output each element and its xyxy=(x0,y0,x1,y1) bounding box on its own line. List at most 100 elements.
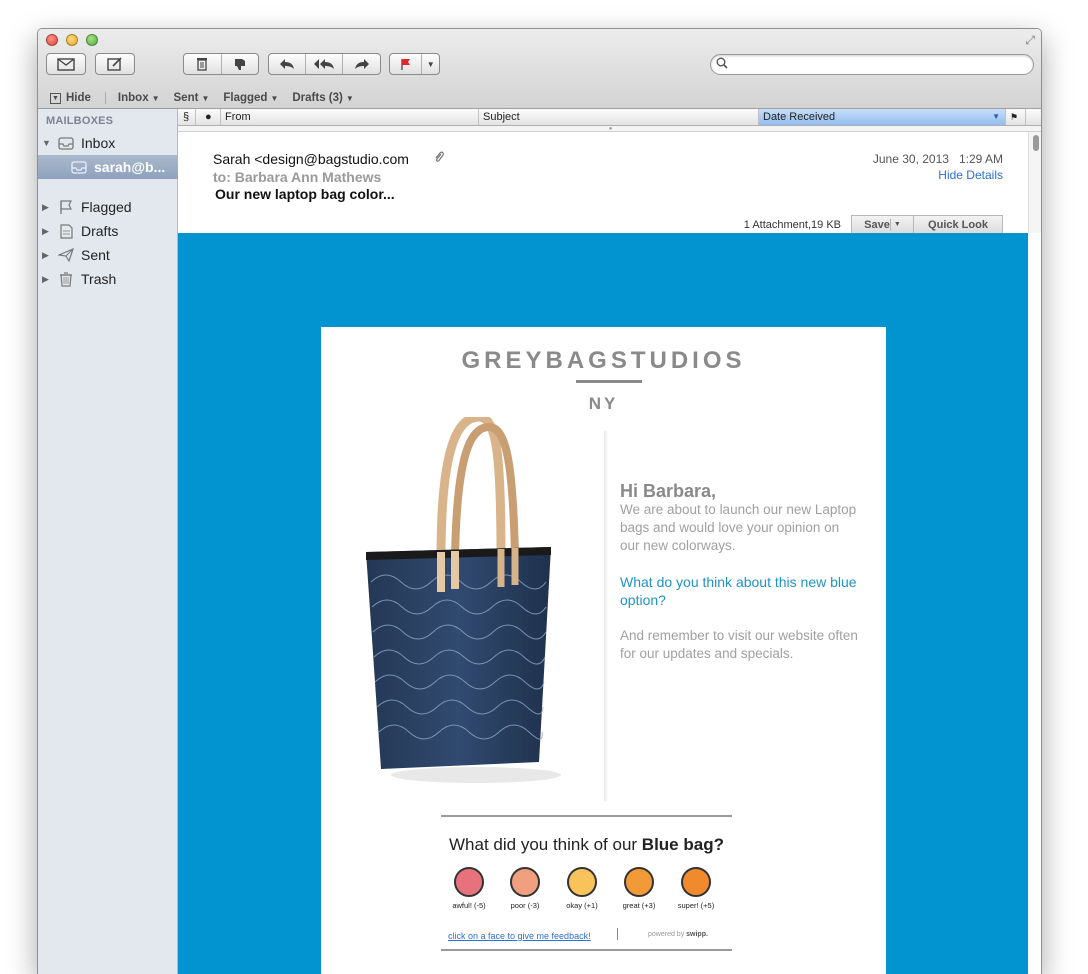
feedback-divider-top xyxy=(441,815,732,817)
minimize-button[interactable] xyxy=(66,34,78,46)
question-paragraph: What do you think about this new blue op… xyxy=(620,574,857,608)
reply-all-button[interactable] xyxy=(306,54,344,74)
scrollbar-thumb[interactable] xyxy=(1033,135,1039,151)
message-from[interactable]: Sarah <design@bagstudio.com xyxy=(213,151,409,167)
inbox-icon xyxy=(57,135,75,151)
reply-icon xyxy=(279,59,294,69)
mail-window: ⤢ ▼ ▼ Hide Inbox ▼ Sent ▼ Flagged ▼ Draf… xyxy=(37,28,1042,974)
chevron-down-icon: ▼ xyxy=(345,93,354,103)
email-card: GREYBAGSTUDIOS NY Hi Barbara, We are abo… xyxy=(321,327,886,974)
sidebar-item-label: Inbox xyxy=(81,135,116,151)
disclosure-closed-icon[interactable]: ▶ xyxy=(42,274,54,285)
trash-icon xyxy=(197,58,208,71)
reply-all-icon xyxy=(314,59,334,69)
face-poor[interactable]: poor (-3) xyxy=(497,867,553,910)
column-date-received[interactable]: Date Received ▼ xyxy=(759,109,1006,125)
unread-dot-icon: ● xyxy=(205,111,212,123)
column-subject[interactable]: Subject xyxy=(479,109,759,125)
greeting: Hi Barbara, xyxy=(620,481,717,501)
disclosure-closed-icon[interactable]: ▶ xyxy=(42,226,54,237)
toolbar: ⤢ ▼ ▼ Hide Inbox ▼ Sent ▼ Flagged ▼ Draf… xyxy=(38,29,1041,109)
column-unread[interactable]: ● xyxy=(196,109,221,125)
flag-icon xyxy=(401,58,410,70)
sidebar-item-label: Drafts xyxy=(81,223,119,239)
search-field[interactable] xyxy=(710,54,1034,75)
favorite-inbox[interactable]: Inbox ▼ xyxy=(118,92,160,104)
divider xyxy=(104,92,106,104)
sidebar-item-account[interactable]: sarah@b... xyxy=(38,155,178,179)
flag-group: ▼ xyxy=(389,53,440,75)
save-attachment-button[interactable]: Save ▼ xyxy=(852,216,914,233)
reply-button[interactable] xyxy=(269,54,306,74)
reminder-paragraph: And remember to visit our website often … xyxy=(620,628,858,661)
powered-by[interactable]: powered by swipp. xyxy=(648,931,708,938)
sidebar-item-label: Sent xyxy=(81,247,110,263)
sidebar-item-inbox[interactable]: ▼ Inbox xyxy=(38,132,178,154)
face-okay[interactable]: okay (+1) xyxy=(554,867,610,910)
sidebar-item-label: Flagged xyxy=(81,199,132,215)
envelope-icon xyxy=(57,57,75,71)
thumbs-down-icon xyxy=(234,58,245,70)
delete-button[interactable] xyxy=(184,54,222,74)
face-super[interactable]: super! (+5) xyxy=(668,867,724,910)
compose-button[interactable] xyxy=(95,53,135,75)
feedback-faces: awful! (-5) poor (-3) okay (+1) great (+… xyxy=(441,867,732,917)
brand-location: NY xyxy=(588,394,619,413)
compose-icon xyxy=(107,57,122,71)
face-great[interactable]: great (+3) xyxy=(611,867,667,910)
hide-details-link[interactable]: Hide Details xyxy=(938,168,1003,182)
column-flag[interactable]: ⚑ xyxy=(1006,109,1026,125)
message-date: June 30, 2013 1:29 AM xyxy=(872,152,1003,166)
disclosure-closed-icon[interactable]: ▶ xyxy=(42,202,54,213)
chevron-down-icon: ▼ xyxy=(893,221,901,228)
get-mail-button[interactable] xyxy=(46,53,86,75)
disclosure-open-icon[interactable]: ▼ xyxy=(42,138,54,148)
sidebar-item-flagged[interactable]: ▶ Flagged xyxy=(38,196,178,218)
sidebar: MAILBOXES ▼ Inbox sarah@b... ▶ Flagged ▶ xyxy=(38,109,178,974)
message-to: to: Barbara Ann Mathews xyxy=(213,169,382,185)
face-okay-icon xyxy=(567,867,597,897)
trash-icon xyxy=(57,271,75,287)
favorite-sent[interactable]: Sent ▼ xyxy=(174,92,210,104)
feedback-link[interactable]: click on a face to give me feedback! xyxy=(448,931,591,941)
close-button[interactable] xyxy=(46,34,58,46)
column-attachment[interactable]: § xyxy=(178,109,196,125)
flag-icon xyxy=(57,199,75,215)
brand-logo: GREYBAGSTUDIOS xyxy=(461,347,746,374)
draft-icon xyxy=(57,223,75,239)
junk-button[interactable] xyxy=(222,54,259,74)
favorite-drafts[interactable]: Drafts (3) ▼ xyxy=(292,92,353,104)
flag-button[interactable] xyxy=(390,54,423,74)
paper-plane-icon xyxy=(57,247,75,263)
message-header: Sarah <design@bagstudio.com to: Barbara … xyxy=(178,132,1028,233)
attachment-info: 1 Attachment,19 KB xyxy=(743,219,841,231)
chevron-down-icon: ▼ xyxy=(201,93,210,103)
sidebar-item-drafts[interactable]: ▶ Drafts xyxy=(38,220,178,242)
sidebar-item-sent[interactable]: ▶ Sent xyxy=(38,244,178,266)
paperclip-icon: § xyxy=(183,111,190,123)
message-scrollbar[interactable] xyxy=(1028,132,1041,233)
chevron-down-icon: ▼ xyxy=(270,93,279,103)
hide-button[interactable]: ▼ Hide xyxy=(50,92,91,104)
inbox-icon xyxy=(70,159,88,175)
sidebar-heading: MAILBOXES xyxy=(46,115,114,127)
disclosure-closed-icon[interactable]: ▶ xyxy=(42,250,54,261)
face-super-icon xyxy=(681,867,711,897)
sidebar-item-trash[interactable]: ▶ Trash xyxy=(38,268,178,290)
attachment-buttons: Save ▼ Quick Look xyxy=(851,215,1003,233)
face-awful[interactable]: awful! (-5) xyxy=(441,867,497,910)
zoom-button[interactable] xyxy=(86,34,98,46)
laptop-bag-image xyxy=(366,417,561,783)
forward-icon xyxy=(354,59,369,69)
fullscreen-icon[interactable]: ⤢ xyxy=(1025,33,1035,48)
forward-button[interactable] xyxy=(343,54,380,74)
paperclip-icon xyxy=(434,150,444,167)
flag-icon: ⚑ xyxy=(1010,112,1019,122)
favorite-flagged[interactable]: Flagged ▼ xyxy=(223,92,278,104)
delete-junk-group xyxy=(183,53,259,75)
quick-look-button[interactable]: Quick Look xyxy=(914,216,1002,233)
sort-descending-icon: ▼ xyxy=(992,112,1000,121)
column-from[interactable]: From xyxy=(221,109,479,125)
flag-menu-button[interactable]: ▼ xyxy=(422,54,439,74)
favorites-bar: ▼ Hide Inbox ▼ Sent ▼ Flagged ▼ Drafts (3) ▼ xyxy=(38,87,1041,109)
